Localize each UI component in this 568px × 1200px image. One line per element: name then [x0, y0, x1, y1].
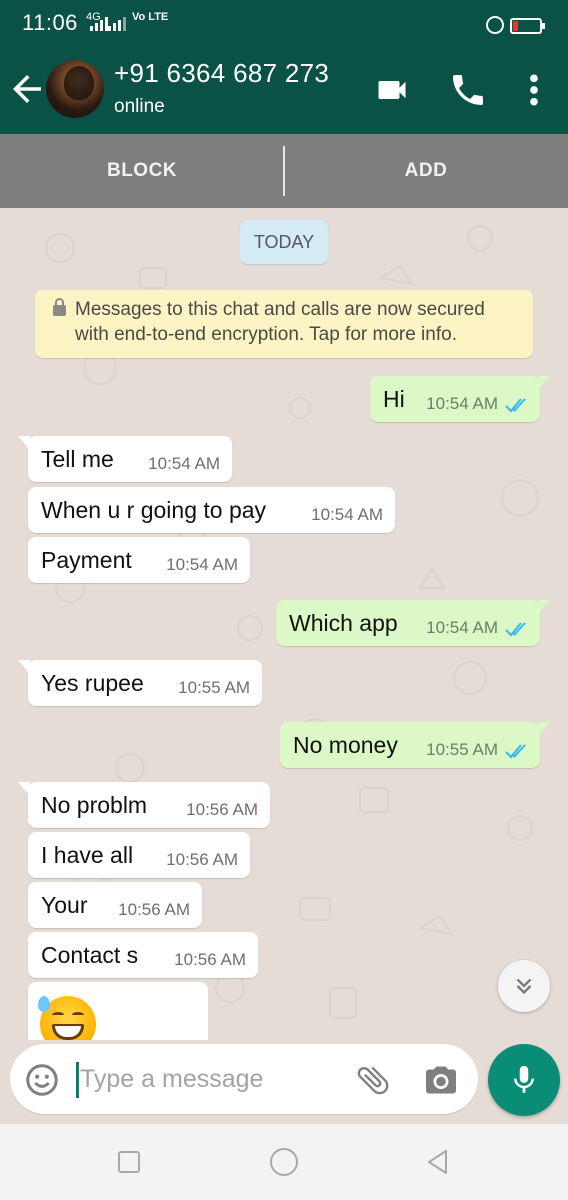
back-button[interactable]: [6, 68, 48, 110]
message-time: 10:55 AM: [426, 740, 498, 759]
message-time: 10:56 AM: [118, 900, 190, 919]
read-receipt-icon: [505, 622, 526, 637]
message-incoming[interactable]: Payment 10:54 AM: [28, 537, 250, 583]
volte-indicator: Vo LTE: [132, 11, 169, 23]
emoji-icon: [26, 1064, 58, 1096]
message-text: Contact s: [41, 941, 139, 968]
emoji-button[interactable]: [24, 1062, 60, 1098]
message-outgoing[interactable]: No money 10:55 AM: [280, 722, 550, 768]
message-time: 10:54 AM: [311, 505, 383, 524]
unknown-contact-actions: BLOCK ADD: [0, 134, 568, 208]
read-receipt-icon: [505, 398, 526, 413]
camera-icon: [426, 1066, 456, 1094]
message-text: Hi: [383, 385, 405, 412]
double-chevron-down-icon: [516, 978, 532, 995]
message-time: 10:56 AM: [174, 950, 246, 969]
message-text: No problm: [41, 791, 148, 818]
message-text: Tell me: [41, 445, 114, 472]
message-text: Which app: [289, 609, 398, 636]
encryption-notice[interactable]: Messages to this chat and calls are now …: [35, 290, 533, 358]
message-input[interactable]: [80, 1058, 330, 1100]
message-incoming[interactable]: No problm 10:56 AM: [18, 782, 270, 828]
message-outgoing[interactable]: Hi 10:54 AM: [370, 376, 550, 422]
message-input-container: [10, 1044, 478, 1114]
message-time: 10:54 AM: [166, 555, 238, 574]
date-divider: TODAY: [240, 220, 328, 264]
contact-name[interactable]: +91 6364 687 273: [114, 58, 329, 89]
message-incoming[interactable]: When u r going to pay 10:54 AM: [28, 487, 395, 533]
message-outgoing[interactable]: Which app 10:54 AM: [276, 600, 550, 646]
message-incoming[interactable]: Your 10:56 AM: [28, 882, 202, 928]
chat-header: +91 6364 687 273 online: [0, 46, 568, 134]
message-incoming[interactable]: Tell me 10:54 AM: [18, 436, 232, 482]
more-options-button[interactable]: [520, 70, 548, 110]
battery-icon: [510, 18, 545, 34]
scroll-to-bottom-button[interactable]: [498, 960, 550, 1012]
text-caret: [76, 1062, 79, 1098]
message-incoming-emoji[interactable]: [28, 982, 208, 1048]
message-time: 10:56 AM: [186, 800, 258, 819]
message-text: Your: [41, 891, 88, 918]
signal-icon: [90, 17, 108, 31]
status-time: 11:06: [22, 10, 78, 35]
message-incoming[interactable]: I have all 10:56 AM: [28, 832, 250, 878]
message-time: 10:54 AM: [426, 618, 498, 637]
phone-icon: [453, 75, 483, 105]
contact-status: online: [114, 96, 165, 117]
message-text: Payment: [41, 546, 132, 573]
message-text: I have all: [41, 841, 134, 868]
chat-area[interactable]: TODAY Messages to this chat and calls ar…: [0, 208, 568, 1048]
read-receipt-icon: [505, 744, 526, 759]
rotation-lock-icon: [486, 16, 504, 34]
avatar[interactable]: [46, 60, 104, 118]
message-composer: [0, 1040, 568, 1124]
message-text: Yes rupee: [41, 669, 144, 696]
voice-call-button[interactable]: [448, 70, 488, 110]
add-contact-button[interactable]: ADD: [284, 134, 568, 208]
video-call-button[interactable]: [372, 72, 412, 108]
message-time: 10:54 AM: [148, 454, 220, 473]
message-incoming[interactable]: Contact s 10:56 AM: [28, 932, 258, 978]
message-incoming[interactable]: Yes rupee 10:55 AM: [18, 660, 262, 706]
status-bar: 11:06 4G Vo LTE: [0, 0, 568, 46]
camera-button[interactable]: [422, 1062, 460, 1098]
message-time: 10:56 AM: [166, 850, 238, 869]
lock-icon: [53, 298, 66, 316]
encryption-notice-text: Messages to this chat and calls are now …: [75, 299, 485, 345]
signal-icon: [108, 17, 126, 31]
system-navigation-bar: [0, 1124, 568, 1200]
more-vert-icon: [530, 74, 538, 106]
recent-apps-icon[interactable]: [118, 1151, 140, 1173]
back-arrow-icon: [13, 75, 41, 103]
message-time: 10:54 AM: [426, 394, 498, 413]
block-button[interactable]: BLOCK: [0, 134, 284, 208]
home-icon[interactable]: [270, 1148, 298, 1176]
attach-icon: [357, 1066, 389, 1095]
message-text: No money: [293, 731, 398, 758]
back-icon[interactable]: [424, 1148, 452, 1176]
message-text: When u r going to pay: [41, 496, 267, 523]
attach-button[interactable]: [354, 1060, 392, 1100]
voice-message-button[interactable]: [488, 1044, 560, 1116]
video-call-icon: [378, 81, 406, 99]
message-time: 10:55 AM: [178, 678, 250, 697]
mic-icon: [514, 1065, 534, 1093]
